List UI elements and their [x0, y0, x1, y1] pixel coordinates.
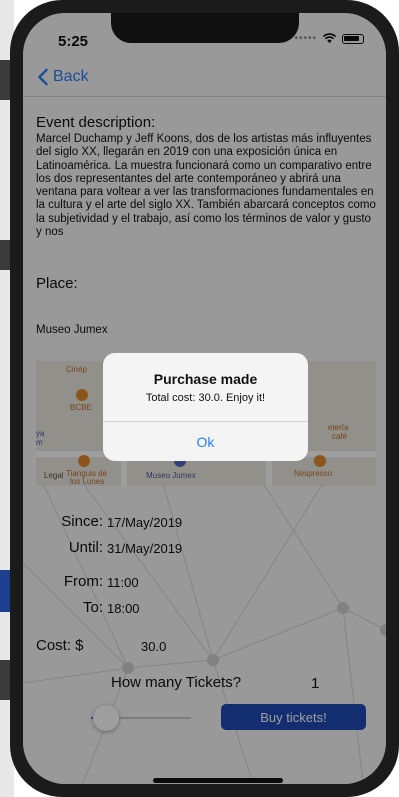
alert-ok-button[interactable]: Ok	[103, 422, 308, 461]
background-blue-stripe	[0, 570, 10, 612]
alert-title: Purchase made	[153, 371, 258, 387]
phone-frame: 5:25 ••••• Back Event description: Marce…	[10, 0, 399, 797]
alert-message: Total cost: 30.0. Enjoy it!	[145, 392, 266, 404]
purchase-alert: Purchase made Total cost: 30.0. Enjoy it…	[103, 353, 308, 461]
phone-screen: 5:25 ••••• Back Event description: Marce…	[23, 13, 386, 784]
